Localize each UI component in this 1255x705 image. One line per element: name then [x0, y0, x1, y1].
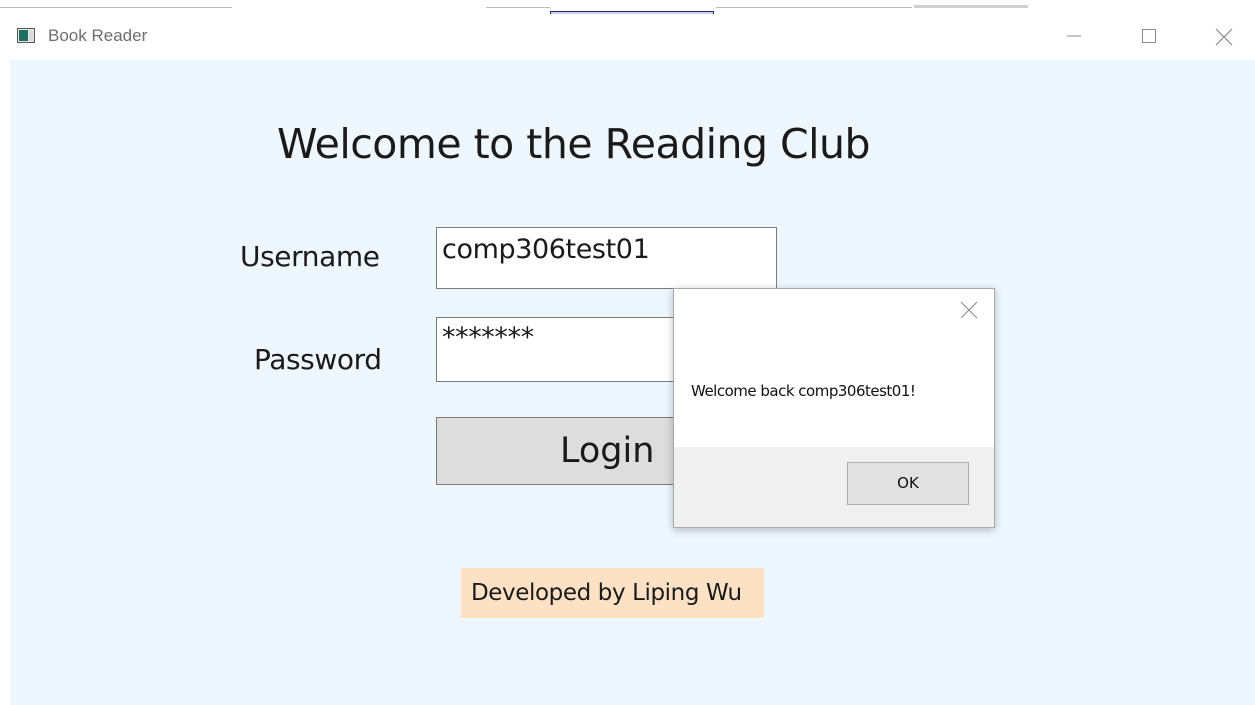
password-masked-value: *******	[442, 322, 534, 353]
background-text-fragment	[0, 0, 44, 14]
screen: Book Reader Welcome to the Reading Club …	[0, 0, 1255, 705]
background-line	[716, 7, 912, 8]
dialog-message: Welcome back comp306test01!	[691, 382, 916, 400]
maximize-button[interactable]	[1126, 18, 1172, 54]
login-button-label: Login	[560, 431, 655, 471]
maximize-icon	[1142, 29, 1156, 43]
background-line	[486, 7, 550, 8]
dialog-close-button[interactable]	[960, 301, 978, 319]
password-label: Password	[254, 343, 382, 376]
close-button[interactable]	[1201, 18, 1247, 54]
close-icon	[960, 301, 978, 319]
page-title: Welcome to the Reading Club	[277, 120, 871, 168]
close-icon	[1215, 28, 1233, 46]
username-input[interactable]	[436, 227, 777, 289]
background-window-strip	[0, 0, 1255, 11]
dialog-footer: OK	[674, 447, 994, 527]
minimize-icon	[1067, 35, 1081, 37]
ok-button[interactable]: OK	[847, 462, 969, 505]
message-dialog: Welcome back comp306test01! OK	[673, 288, 995, 528]
username-label: Username	[240, 240, 380, 273]
window-title: Book Reader	[48, 26, 148, 45]
book-reader-app-icon	[17, 28, 35, 43]
developer-credit: Developed by Liping Wu	[461, 568, 764, 618]
title-bar[interactable]: Book Reader	[10, 14, 1255, 60]
background-highlight	[914, 5, 1028, 8]
minimize-button[interactable]	[1051, 18, 1097, 54]
